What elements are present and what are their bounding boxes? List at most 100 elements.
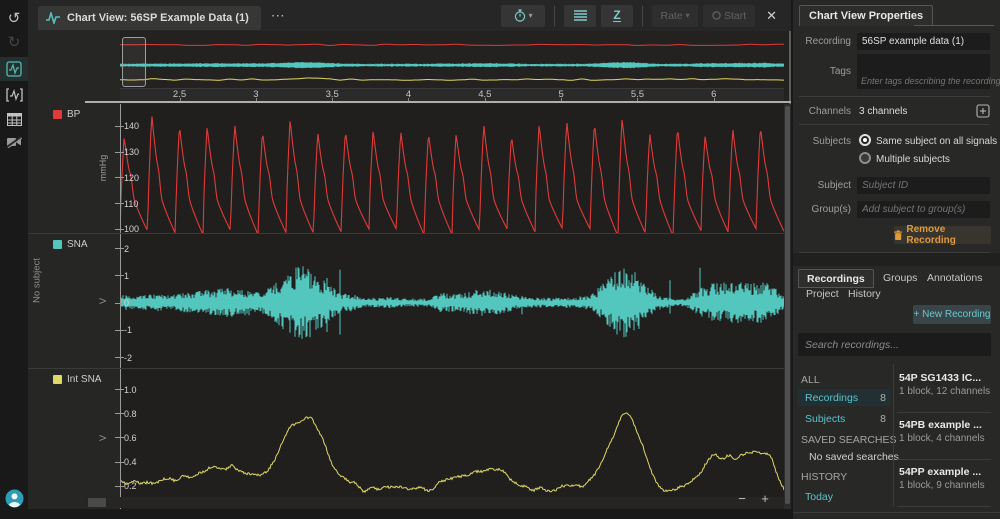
overview-selection-handle[interactable] — [122, 37, 146, 87]
facet-count: 8 — [880, 392, 886, 404]
tab-menu-icon[interactable]: ⋯ — [271, 7, 286, 24]
tab-bar: Chart View: 56SP Example Data (1) ⋯ ▾ — [28, 0, 791, 31]
start-sampling-button[interactable]: Start — [703, 5, 755, 27]
recording-card[interactable]: 54PP example ... 1 block, 9 channels — [899, 466, 991, 492]
radio-multiple-subjects[interactable] — [859, 152, 871, 164]
chart-view-icon[interactable] — [0, 57, 28, 81]
zoom-out-button[interactable]: − — [734, 492, 750, 506]
chart-toolbar: ▾ Z Rate ▾ — [501, 5, 791, 27]
radio-same-subject[interactable] — [859, 134, 871, 146]
channel-color-swatch — [53, 110, 62, 119]
time-tick-mark — [256, 98, 257, 101]
signal-analysis-icon[interactable] — [0, 83, 28, 107]
subject-label: Subject — [793, 180, 851, 191]
y-tick-mark — [115, 152, 124, 153]
y-tick-label: -2 — [124, 353, 132, 363]
y-tick-mark — [115, 330, 124, 331]
plot-area-sna[interactable] — [120, 234, 784, 369]
properties-panel: Chart View Properties Recording Tags Ent… — [793, 0, 1000, 519]
y-tick-mark — [115, 486, 124, 487]
overview-sna — [120, 62, 784, 68]
card-divider — [897, 412, 991, 413]
groups-input[interactable] — [857, 201, 990, 218]
bottom-strip — [28, 509, 791, 511]
tab-recordings[interactable]: Recordings — [798, 269, 874, 288]
row-divider — [28, 233, 784, 234]
record-circle-icon — [712, 11, 721, 20]
close-icon[interactable]: ✕ — [760, 8, 783, 24]
tab-project[interactable]: Project — [806, 288, 839, 303]
rate-dropdown-button[interactable]: Rate ▾ — [652, 5, 698, 27]
y-tick-label: 130 — [124, 147, 139, 157]
toolbar-divider — [554, 6, 555, 26]
tab-history[interactable]: History — [848, 288, 881, 303]
y-tick-label: 110 — [124, 199, 138, 209]
divider — [799, 96, 990, 97]
recording-input[interactable] — [857, 33, 990, 50]
column-divider — [893, 364, 894, 507]
tab-groups[interactable]: Groups — [875, 269, 925, 288]
y-axis-intsna — [120, 369, 121, 509]
facet-subjects[interactable]: Subjects 8 — [798, 410, 891, 427]
y-tick-label: 1.0 — [124, 385, 137, 395]
tags-placeholder: Enter tags describing the recording — [861, 76, 1000, 86]
video-capture-off-icon[interactable] — [0, 130, 28, 154]
card-divider — [897, 459, 991, 460]
y-tick-mark — [115, 248, 124, 249]
vertical-scrollbar[interactable] — [784, 104, 791, 509]
y-tick-mark — [115, 413, 124, 414]
subjects-label: Subjects — [793, 136, 851, 147]
facet-recordings[interactable]: Recordings 8 — [798, 389, 891, 406]
autoscale-button[interactable]: Z — [601, 5, 633, 27]
recording-card[interactable]: 54P SG1433 IC... 1 block, 12 channels — [899, 372, 991, 398]
unit-label-sna: V — [98, 279, 108, 323]
channel-chip-intsna[interactable]: Int SNA — [53, 374, 101, 385]
subject-label: No subject — [32, 251, 43, 311]
remove-recording-button[interactable]: Remove Recording — [894, 226, 991, 244]
recording-card[interactable]: 54PB example ... 1 block, 4 channels — [899, 419, 991, 445]
new-recording-button[interactable]: + New Recording — [913, 305, 991, 324]
channel-layout-button[interactable] — [564, 5, 596, 27]
tab-title: Chart View: 56SP Example Data (1) — [67, 12, 249, 24]
overview-bp — [120, 44, 784, 45]
y-tick-mark — [115, 357, 124, 358]
search-input[interactable] — [798, 333, 991, 356]
data-table-icon[interactable] — [0, 107, 28, 131]
y-tick-label: 120 — [124, 173, 139, 183]
y-tick-label: 1 — [124, 271, 129, 281]
vertical-scrollbar-thumb[interactable] — [785, 106, 790, 504]
y-tick-mark — [115, 177, 124, 178]
tags-label: Tags — [793, 66, 851, 77]
tags-input[interactable]: Enter tags describing the recording — [857, 54, 990, 89]
divider — [799, 124, 990, 125]
account-avatar[interactable] — [0, 486, 28, 510]
horizontal-scrollbar[interactable] — [85, 497, 784, 508]
y-tick-label: 0.6 — [124, 433, 137, 443]
zoom-in-button[interactable]: + — [757, 492, 773, 506]
tab-chart-view-properties[interactable]: Chart View Properties — [799, 5, 933, 26]
y-axis-bp — [120, 104, 121, 234]
y-tick-mark — [115, 462, 124, 463]
subject-input[interactable] — [857, 177, 990, 194]
radio-multiple-subjects-label: Multiple subjects — [876, 154, 950, 165]
tab-annotations[interactable]: Annotations — [919, 269, 990, 288]
redo-icon[interactable]: ↻ — [0, 30, 28, 54]
y-tick-label: -1 — [124, 325, 132, 335]
timer-dropdown-button[interactable]: ▾ — [501, 5, 545, 27]
horizontal-scrollbar-thumb[interactable] — [88, 498, 106, 507]
plot-area-intsna[interactable] — [120, 369, 784, 509]
add-channel-button[interactable] — [976, 104, 990, 123]
chevron-down-icon: ▾ — [686, 11, 690, 20]
tab-chart-view[interactable]: Chart View: 56SP Example Data (1) — [38, 6, 261, 30]
facet-count: 8 — [880, 413, 886, 425]
channel-chip-sna[interactable]: SNA — [53, 239, 88, 250]
channels-label: Channels — [793, 106, 851, 117]
history-today-link[interactable]: Today — [805, 491, 833, 503]
chevron-down-icon: ▾ — [529, 11, 533, 20]
bracket-wave-glyph — [6, 88, 23, 102]
undo-icon[interactable]: ↺ — [0, 6, 28, 30]
autoscale-z-icon: Z — [613, 10, 620, 22]
channel-chip-bp[interactable]: BP — [53, 109, 80, 120]
y-tick-label: 100 — [124, 224, 139, 234]
plot-area-bp[interactable] — [120, 104, 784, 234]
